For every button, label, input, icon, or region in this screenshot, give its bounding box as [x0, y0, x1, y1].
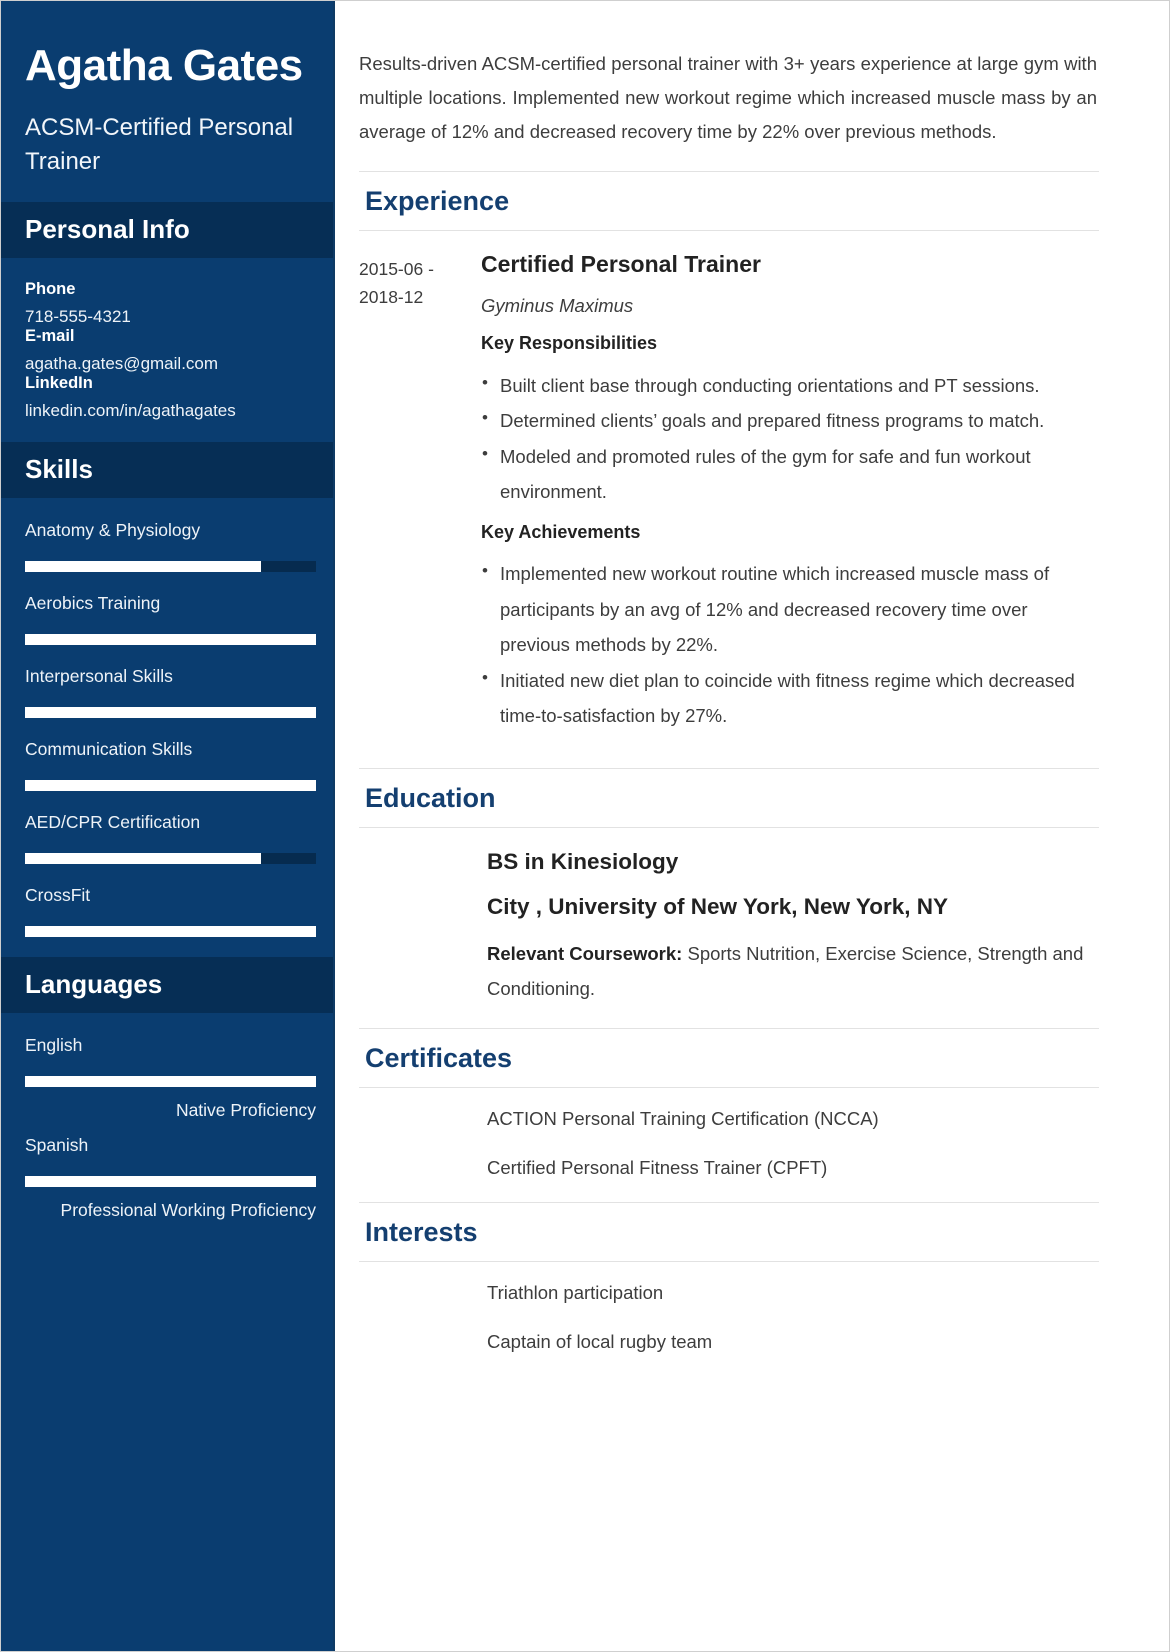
personal-info-heading: Personal Info [1, 201, 333, 258]
skill-label: Aerobics Training [25, 592, 161, 613]
education-heading: Education [365, 782, 496, 813]
experience-section: Experience 2015-06 - 2018-12 Certified P… [359, 171, 1099, 746]
language-bar-track [25, 1076, 316, 1088]
certificates-heading: Certificates [365, 1043, 513, 1074]
language-bar-track [25, 1176, 316, 1188]
linkedin-label: LinkedIn [25, 374, 93, 393]
skill-bar-fill [25, 925, 316, 937]
interests-content: Triathlon participation Captain of local… [359, 1262, 1099, 1353]
experience-content: 2015-06 - 2018-12 Certified Personal Tra… [359, 231, 1099, 746]
skills-heading: Skills [1, 441, 333, 498]
skill-bar-track [25, 779, 316, 791]
skill-label: Anatomy & Physiology [25, 519, 201, 540]
language-item: Spanish Professional Working Proficiency [25, 1135, 316, 1223]
education-section: Education BS in Kinesiology City , Unive… [359, 767, 1099, 1006]
certificates-content: ACTION Personal Training Certification (… [359, 1088, 1099, 1179]
responsibility-item: Modeled and promoted rules of the gym fo… [481, 438, 1099, 510]
interests-heading: Interests [365, 1216, 478, 1247]
skill-item: Anatomy & Physiology [25, 519, 316, 572]
skill-bar-track [25, 852, 316, 864]
interest-item: Captain of local rugby team [487, 1330, 713, 1352]
language-bar-fill [25, 1176, 316, 1188]
education-coursework: Relevant Coursework: Sports Nutrition, E… [487, 936, 1099, 1006]
achievement-item: Initiated new diet plan to coincide with… [481, 662, 1099, 734]
language-proficiency: Native Proficiency [175, 1100, 316, 1121]
profile-summary: Results-driven ACSM-certified personal t… [359, 53, 1097, 143]
language-bar-fill [25, 1076, 316, 1088]
skill-item: Aerobics Training [25, 592, 316, 645]
interest-item: Triathlon participation [487, 1281, 664, 1303]
education-content: BS in Kinesiology City , University of N… [359, 828, 1099, 1006]
language-item: English Native Proficiency [25, 1035, 316, 1123]
candidate-name: Agatha Gates [25, 41, 303, 90]
skill-bar-fill [25, 706, 316, 718]
skill-bar-fill [25, 633, 316, 645]
experience-details: Certified Personal Trainer Gyminus Maxim… [481, 251, 1099, 746]
phone-value[interactable]: 718-555-4321 [25, 306, 311, 327]
experience-date: 2015-06 - 2018-12 [359, 259, 434, 308]
experience-role: Certified Personal Trainer [481, 251, 761, 278]
skill-bar-track [25, 560, 316, 572]
achievements-heading: Key Achievements [481, 521, 641, 542]
languages-body: English Native Proficiency Spanish Profe… [1, 1013, 333, 1256]
coursework-label: Relevant Coursework: [487, 942, 683, 964]
skill-bar-track [25, 706, 316, 718]
skill-bar-fill [25, 852, 261, 864]
phone-label: Phone [25, 279, 76, 298]
skills-body: Anatomy & Physiology Aerobics Training I… [1, 498, 333, 957]
interests-section: Interests Triathlon participation Captai… [359, 1201, 1099, 1353]
skill-item: CrossFit [25, 884, 316, 937]
skill-item: Interpersonal Skills [25, 665, 316, 718]
language-label: English [25, 1035, 83, 1056]
achievements-list: Implemented new workout routine which in… [481, 555, 1099, 734]
skill-bar-track [25, 925, 316, 937]
contact-phone: Phone 718-555-4321 [25, 280, 311, 327]
certificate-item: Certified Personal Fitness Trainer (CPFT… [487, 1157, 828, 1179]
skill-bar-fill [25, 779, 316, 791]
personal-info-body: Phone 718-555-4321 E-mail agatha.gates@g… [1, 258, 333, 442]
language-label: Spanish [25, 1135, 89, 1156]
email-value[interactable]: agatha.gates@gmail.com [25, 353, 311, 374]
responsibility-item: Determined clients’ goals and prepared f… [481, 402, 1099, 439]
achievement-item: Implemented new workout routine which in… [481, 555, 1099, 663]
email-label: E-mail [25, 327, 75, 346]
linkedin-value[interactable]: linkedin.com/in/agathagates [25, 400, 311, 421]
certificate-item: ACTION Personal Training Certification (… [487, 1108, 879, 1130]
skill-label: Interpersonal Skills [25, 665, 173, 686]
responsibility-item: Built client base through conducting ori… [481, 367, 1099, 404]
experience-entry: 2015-06 - 2018-12 Certified Personal Tra… [359, 251, 1099, 746]
sidebar: Agatha Gates ACSM-Certified Personal Tra… [1, 1, 335, 1651]
contact-email: E-mail agatha.gates@gmail.com [25, 327, 311, 374]
skill-label: Communication Skills [25, 738, 193, 759]
experience-heading: Experience [365, 186, 510, 217]
responsibilities-heading: Key Responsibilities [481, 332, 658, 353]
skill-item: Communication Skills [25, 738, 316, 791]
experience-company: Gyminus Maximus [481, 294, 634, 316]
resume-page: Agatha Gates ACSM-Certified Personal Tra… [0, 0, 1170, 1652]
education-degree: BS in Kinesiology [487, 848, 679, 874]
candidate-job-title: ACSM-Certified Personal Trainer [25, 113, 294, 176]
skill-label: CrossFit [25, 884, 91, 905]
certificates-section: Certificates ACTION Personal Training Ce… [359, 1028, 1099, 1179]
responsibilities-list: Built client base through conducting ori… [481, 367, 1099, 510]
contact-linkedin: LinkedIn linkedin.com/in/agathagates [25, 374, 311, 421]
languages-heading: Languages [1, 956, 333, 1014]
education-school: City , University of New York, New York,… [487, 893, 948, 919]
name-block: Agatha Gates ACSM-Certified Personal Tra… [1, 1, 333, 202]
skill-item: AED/CPR Certification [25, 811, 316, 864]
skill-bar-fill [25, 560, 261, 572]
skill-label: AED/CPR Certification [25, 811, 201, 832]
skill-bar-track [25, 633, 316, 645]
language-proficiency: Professional Working Proficiency [60, 1200, 316, 1221]
main-column: Results-driven ACSM-certified personal t… [335, 1, 1169, 1651]
